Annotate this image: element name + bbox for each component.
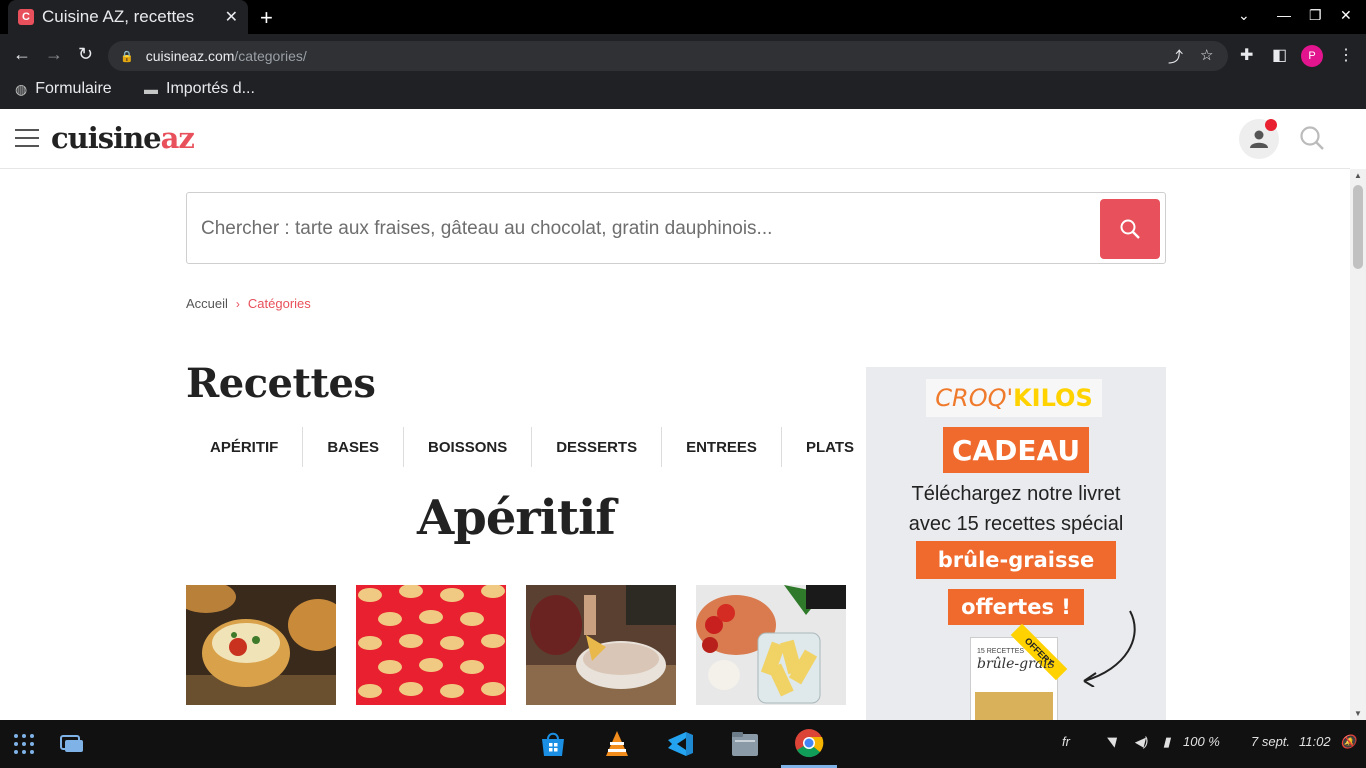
ad-cadeau-label: CADEAU: [943, 427, 1089, 473]
site-header: cuisineaz: [0, 109, 1350, 169]
folder-icon: ▬: [144, 81, 158, 97]
category-nav: APÉRITIF BASES BOISSONS DESSERTS ENTREES…: [186, 427, 878, 467]
back-icon[interactable]: ←: [13, 44, 31, 65]
side-panel-icon[interactable]: ◧: [1272, 45, 1287, 65]
category-aperitif[interactable]: APÉRITIF: [186, 427, 304, 467]
category-bases[interactable]: BASES: [303, 427, 405, 467]
ad-book-photo: [975, 692, 1053, 720]
tab-title: Cuisine AZ, recettes: [42, 7, 195, 26]
ad-book-small: 15 RECETTES: [977, 648, 1025, 655]
account-button[interactable]: [1239, 119, 1279, 159]
vscode-icon[interactable]: [664, 720, 696, 768]
clock-time[interactable]: 11:02: [1299, 734, 1331, 749]
page-scrollbar[interactable]: ▲ ▼: [1350, 169, 1366, 720]
lock-icon: 🔒: [120, 50, 134, 63]
section-title: Apéritif: [417, 490, 616, 546]
globe-icon: ◍: [15, 80, 28, 97]
category-plats[interactable]: PLATS: [782, 427, 878, 467]
curved-arrow-icon: [1083, 610, 1136, 687]
bookmarks-bar: ◍ Formulaire ▬ Importés d...: [0, 76, 1366, 109]
file-manager-icon[interactable]: [729, 720, 761, 768]
category-entrees[interactable]: ENTREES: [662, 427, 782, 467]
ad-book-title: brûle-grais: [977, 656, 1055, 672]
bookmark-label: Formulaire: [35, 80, 112, 97]
chrome-taskbar-icon[interactable]: [781, 720, 837, 768]
url-path: /categories/: [234, 48, 307, 64]
category-desserts[interactable]: DESSERTS: [532, 427, 663, 467]
ad-line-1: Téléchargez notre livret: [911, 483, 1121, 505]
clock-date[interactable]: 7 sept.: [1251, 734, 1290, 749]
new-tab-icon[interactable]: +: [260, 5, 273, 31]
url-host: cuisineaz.com: [145, 48, 235, 64]
header-search-icon[interactable]: [1299, 125, 1325, 156]
software-store-icon[interactable]: [537, 720, 569, 768]
vlc-icon[interactable]: [601, 720, 633, 768]
search-icon: [1120, 219, 1140, 239]
category-boissons[interactable]: BOISSONS: [404, 427, 533, 467]
scroll-down-icon[interactable]: ▼: [1354, 709, 1362, 718]
ad-brand-logo: CROQ' KILOS: [926, 379, 1102, 417]
browser-tab[interactable]: C Cuisine AZ, recettes ✕: [8, 0, 248, 34]
os-taskbar: fr ◥ ◀) ▮ 100 % 7 sept. 11:02 🔕: [0, 720, 1366, 768]
notification-dot: [1265, 119, 1277, 131]
minimize-icon[interactable]: —: [1277, 7, 1291, 23]
recipe-thumbnail[interactable]: [186, 585, 336, 705]
notifications-off-icon[interactable]: 🔕: [1340, 734, 1356, 750]
logo-text-accent: az: [160, 121, 195, 155]
ad-line-2: avec 15 recettes spécial: [908, 513, 1124, 535]
bookmark-folder-importes[interactable]: ▬ Importés d...: [144, 80, 255, 98]
forward-icon[interactable]: →: [45, 44, 63, 65]
battery-icon[interactable]: ▮: [1163, 734, 1170, 750]
recipe-thumbnail[interactable]: [356, 585, 506, 705]
chevron-right-icon: ›: [235, 296, 240, 311]
volume-icon[interactable]: ◀): [1134, 734, 1148, 750]
browser-tab-strip: C Cuisine AZ, recettes ✕ + ⌄ — ❐ ✕: [0, 0, 1366, 34]
address-bar[interactable]: 🔒 cuisineaz.com/categories/: [108, 41, 1228, 71]
wifi-icon[interactable]: ◥: [1105, 734, 1115, 750]
recipe-thumbnail[interactable]: [526, 585, 676, 705]
profile-avatar[interactable]: P: [1301, 45, 1323, 67]
dip-sauce-image: [526, 585, 676, 705]
site-favicon-icon: C: [18, 9, 34, 25]
recipe-thumbnail[interactable]: [696, 585, 846, 705]
ad-booklet-image: OFFERT 15 RECETTES brûle-grais: [970, 623, 1068, 720]
chips-image: [356, 585, 506, 705]
app-grid-icon[interactable]: [10, 720, 38, 768]
scroll-up-icon[interactable]: ▲: [1354, 171, 1362, 180]
search-submit-button[interactable]: [1100, 199, 1160, 259]
recipe-search-bar: [186, 192, 1166, 264]
ad-brand-part2: KILOS: [1013, 384, 1093, 412]
breadcrumb: Accueil › Catégories: [186, 296, 311, 311]
breadcrumb-home[interactable]: Accueil: [186, 296, 228, 311]
site-logo[interactable]: cuisineaz: [51, 121, 195, 155]
menu-kebab-icon[interactable]: ⋮: [1338, 45, 1354, 65]
maximize-icon[interactable]: ❐: [1309, 7, 1322, 24]
keyboard-language[interactable]: fr: [1062, 734, 1070, 749]
battery-percentage: 100 %: [1183, 734, 1220, 749]
logo-text-main: cuisine: [51, 121, 162, 155]
bookmark-label: Importés d...: [166, 80, 255, 97]
tab-search-chevron-icon[interactable]: ⌄: [1238, 7, 1250, 24]
window-switcher-icon[interactable]: [58, 720, 86, 768]
mini-pizza-cups-image: [186, 585, 336, 705]
reload-icon[interactable]: ↻: [78, 44, 93, 65]
scrollbar-thumb[interactable]: [1353, 185, 1363, 269]
pasta-jar-image: [696, 585, 846, 705]
bookmark-star-icon[interactable]: ☆: [1200, 46, 1213, 64]
recipe-search-input[interactable]: [201, 211, 1081, 247]
extensions-puzzle-icon[interactable]: ✚: [1240, 45, 1253, 65]
breadcrumb-current[interactable]: Catégories: [248, 296, 311, 311]
ad-tag-brule-graisse: brûle-graisse: [916, 541, 1116, 579]
hamburger-menu-icon[interactable]: [15, 129, 39, 147]
bookmark-formulaire[interactable]: ◍ Formulaire: [15, 80, 112, 98]
ad-brand-part1: CROQ': [935, 384, 1014, 412]
ad-tag-offertes: offertes !: [948, 589, 1084, 625]
close-window-icon[interactable]: ✕: [1340, 7, 1352, 24]
share-icon[interactable]: ⤴: [1168, 46, 1183, 67]
advertisement-croqkilos[interactable]: CROQ' KILOS CADEAU Téléchargez notre livr…: [866, 367, 1166, 720]
page-title: Recettes: [186, 360, 376, 407]
user-icon: [1250, 130, 1268, 148]
close-tab-icon[interactable]: ✕: [225, 7, 238, 27]
